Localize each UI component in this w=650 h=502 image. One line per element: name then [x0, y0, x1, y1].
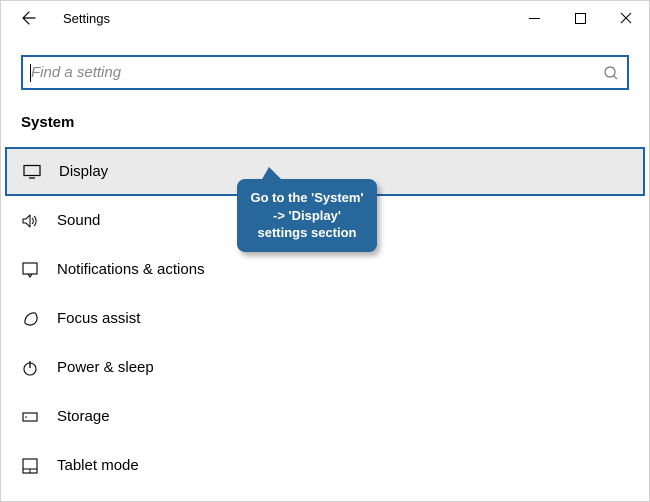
sound-icon: [21, 212, 43, 230]
sidebar-item-focus-assist[interactable]: Focus assist: [1, 294, 649, 343]
sidebar-item-storage[interactable]: Storage: [1, 392, 649, 441]
back-button[interactable]: [13, 2, 45, 34]
section-heading: System: [1, 104, 649, 141]
search-icon: [603, 65, 619, 81]
text-caret: [30, 64, 31, 82]
window-controls: [511, 2, 649, 34]
titlebar: Settings: [1, 1, 649, 35]
display-icon: [23, 163, 45, 181]
close-button[interactable]: [603, 2, 649, 34]
sidebar-item-label: Tablet mode: [57, 457, 139, 474]
focus-assist-icon: [21, 310, 43, 328]
close-icon: [620, 12, 632, 24]
tablet-mode-icon: [21, 457, 43, 475]
minimize-icon: [529, 13, 540, 24]
sidebar-item-power-sleep[interactable]: Power & sleep: [1, 343, 649, 392]
minimize-button[interactable]: [511, 2, 557, 34]
storage-icon: [21, 408, 43, 426]
search-box[interactable]: [21, 55, 629, 90]
sidebar-item-label: Notifications & actions: [57, 261, 205, 278]
sidebar-item-label: Storage: [57, 408, 110, 425]
instruction-callout: Go to the 'System' -> 'Display' settings…: [237, 179, 377, 252]
sidebar-item-label: Power & sleep: [57, 359, 154, 376]
sidebar-item-tablet-mode[interactable]: Tablet mode: [1, 441, 649, 490]
sidebar-item-notifications[interactable]: Notifications & actions: [1, 245, 649, 294]
search-input[interactable]: [31, 57, 597, 88]
sidebar-item-label: Display: [59, 163, 108, 180]
search-container: [1, 35, 649, 104]
sidebar-item-label: Sound: [57, 212, 100, 229]
maximize-button[interactable]: [557, 2, 603, 34]
arrow-left-icon: [21, 10, 37, 26]
notifications-icon: [21, 261, 43, 279]
power-icon: [21, 359, 43, 377]
callout-text: Go to the 'System' -> 'Display' settings…: [250, 190, 363, 240]
maximize-icon: [575, 13, 586, 24]
window-title: Settings: [63, 11, 110, 26]
sidebar-item-label: Focus assist: [57, 310, 140, 327]
